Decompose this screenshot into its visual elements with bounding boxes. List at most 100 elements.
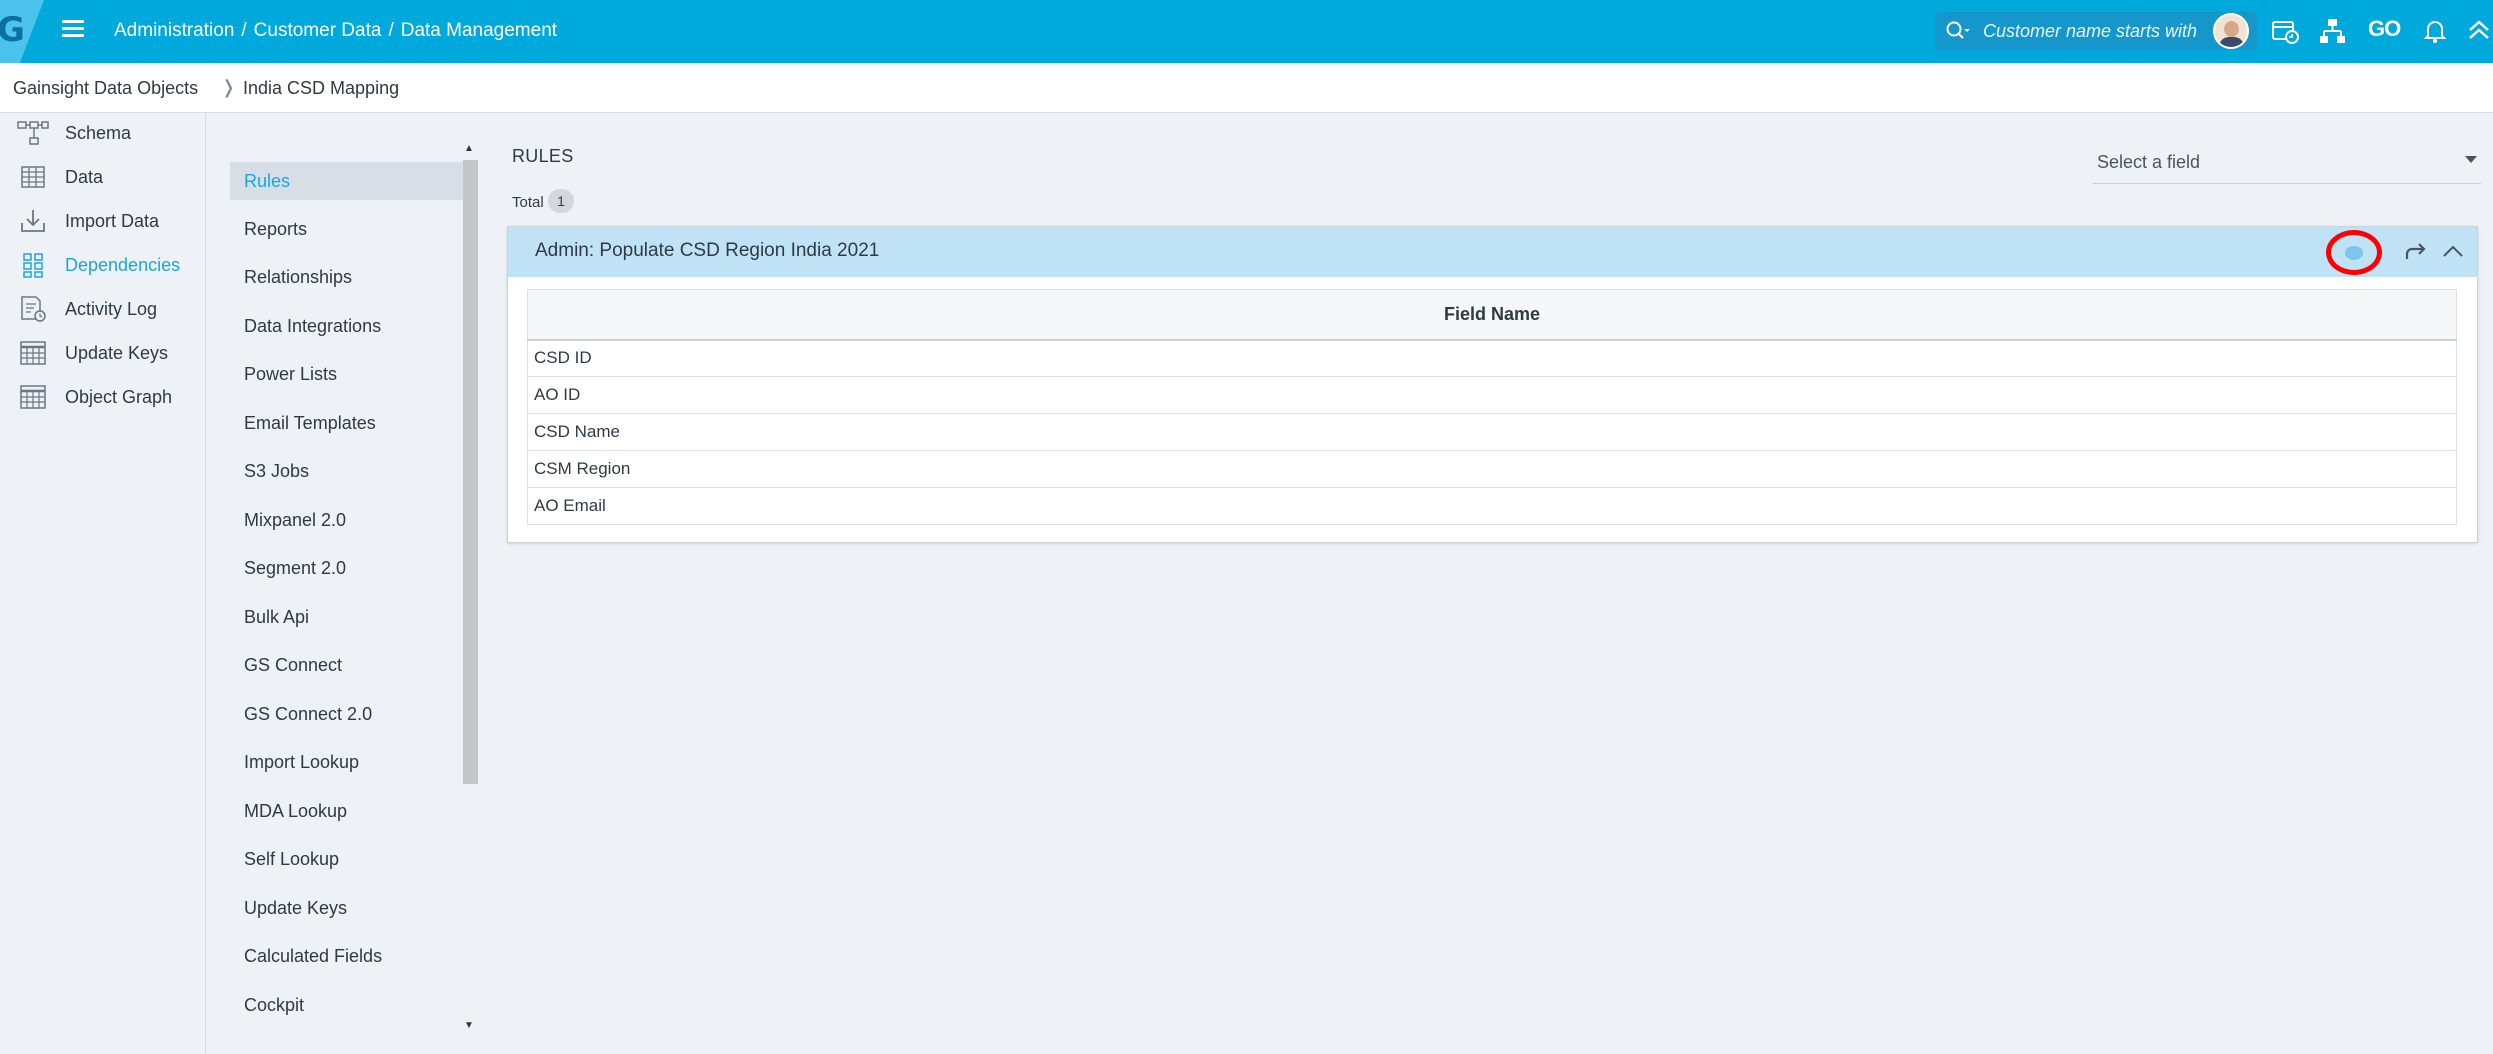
sidebar-item-label: Object Graph — [65, 387, 173, 407]
category-import-lookup[interactable]: Import Lookup — [230, 743, 464, 781]
sidebar-item-update-keys[interactable]: Update Keys — [0, 333, 206, 373]
total-count-badge: 1 — [548, 189, 574, 213]
highlighted-action-button[interactable] — [2326, 230, 2382, 275]
category-label: Relationships — [244, 267, 353, 287]
data-grid-icon — [21, 166, 45, 188]
category-label: Segment 2.0 — [244, 558, 347, 578]
chevron-down-icon — [2465, 156, 2477, 163]
column-header-field-name: Field Name — [527, 289, 2457, 341]
category-rules[interactable]: Rules — [230, 162, 464, 200]
global-search[interactable]: Customer name starts with — [1935, 12, 2257, 50]
category-label: Power Lists — [244, 364, 338, 384]
sidebar-item-label: Schema — [65, 123, 132, 143]
user-avatar[interactable] — [2213, 13, 2249, 49]
category-gs-connect[interactable]: GS Connect — [230, 646, 464, 684]
field-name-cell: CSD ID — [527, 339, 2457, 377]
sidebar-item-label: Update Keys — [65, 343, 169, 363]
field-name-cell: AO Email — [527, 487, 2457, 525]
category-calculated-fields[interactable]: Calculated Fields — [230, 937, 464, 975]
sidebar-item-label: Dependencies — [65, 255, 181, 275]
total-label: Total — [512, 194, 544, 211]
redirect-arrow-icon[interactable] — [2403, 239, 2429, 265]
table-header-row: Field Name — [527, 289, 2457, 341]
category-mixpanel[interactable]: Mixpanel 2.0 — [230, 501, 464, 539]
breadcrumb-separator: / — [388, 20, 394, 41]
category-relationships[interactable]: Relationships — [230, 258, 464, 296]
left-sidebar: Schema Data Import Data Dependencies Act… — [0, 113, 206, 1054]
activity-log-icon — [21, 296, 46, 322]
category-segment[interactable]: Segment 2.0 — [230, 549, 464, 587]
category-label: Cockpit — [244, 995, 305, 1015]
search-icon[interactable] — [1945, 20, 1971, 42]
section-title: RULES — [512, 146, 574, 166]
breadcrumb-data-objects[interactable]: Gainsight Data Objects — [13, 78, 198, 99]
category-label: Rules — [244, 171, 291, 191]
category-label: GS Connect — [244, 655, 343, 675]
scroll-up-arrow-icon[interactable]: ▲ — [464, 143, 474, 154]
object-breadcrumb-bar: Gainsight Data Objects ❭ India CSD Mappi… — [0, 63, 2493, 113]
header-breadcrumb: Administration / Customer Data / Data Manage… — [114, 20, 557, 42]
category-label: Import Lookup — [244, 752, 360, 772]
rule-card-header[interactable]: Admin: Populate CSD Region India 2021 — [508, 227, 2477, 277]
rule-fields-table: Field Name CSD ID AO ID CSD Name CSM Reg… — [527, 289, 2457, 525]
sidebar-item-import-data[interactable]: Import Data — [0, 201, 206, 241]
table-row: CSM Region — [527, 450, 2457, 488]
sidebar-item-schema[interactable]: Schema — [0, 113, 206, 153]
category-data-integrations[interactable]: Data Integrations — [230, 307, 464, 345]
select-field-placeholder: Select a field — [2097, 152, 2201, 172]
sidebar-item-activity-log[interactable]: Activity Log — [0, 289, 206, 329]
hamburger-menu-icon[interactable] — [60, 16, 86, 42]
sidebar-item-label: Data — [65, 167, 104, 187]
category-label: GS Connect 2.0 — [244, 704, 373, 724]
category-label: Mixpanel 2.0 — [244, 510, 347, 530]
gainsight-logo[interactable]: G — [0, 10, 25, 50]
field-name-cell: AO ID — [527, 376, 2457, 414]
hierarchy-icon[interactable] — [2318, 16, 2348, 46]
category-mda-lookup[interactable]: MDA Lookup — [230, 792, 464, 830]
category-scrollbar-thumb[interactable] — [463, 160, 478, 784]
category-email-templates[interactable]: Email Templates — [230, 404, 464, 442]
category-power-lists[interactable]: Power Lists — [230, 355, 464, 393]
breadcrumb-object-name: India CSD Mapping — [243, 78, 400, 98]
table-row: CSD Name — [527, 413, 2457, 451]
dependencies-icon — [23, 253, 43, 278]
breadcrumb-administration[interactable]: Administration — [114, 20, 234, 41]
breadcrumb-separator: / — [241, 20, 247, 41]
category-label: Update Keys — [244, 898, 348, 918]
search-input[interactable]: Customer name starts with — [1983, 21, 2197, 42]
rule-name[interactable]: Admin: Populate CSD Region India 2021 — [535, 240, 879, 262]
category-label: Self Lookup — [244, 849, 340, 869]
sidebar-item-data[interactable]: Data — [0, 157, 206, 197]
chevron-up-icon[interactable] — [2440, 239, 2466, 265]
calendar-mail-icon[interactable] — [2270, 16, 2300, 46]
category-bulk-api[interactable]: Bulk Api — [230, 598, 464, 636]
table-row: AO ID — [527, 376, 2457, 414]
breadcrumb-customer-data[interactable]: Customer Data — [254, 20, 382, 41]
category-s3-jobs[interactable]: S3 Jobs — [230, 452, 464, 490]
category-label: Data Integrations — [244, 316, 382, 336]
go-button[interactable]: GO — [2368, 16, 2401, 42]
dependency-category-list: Rules Reports Relationships Data Integra… — [206, 140, 478, 1040]
collapse-header-icon[interactable] — [2464, 16, 2493, 46]
select-field-dropdown[interactable]: Select a field — [2093, 148, 2481, 184]
category-label: Reports — [244, 219, 308, 239]
category-cockpit[interactable]: Cockpit — [230, 986, 464, 1024]
rule-card: Admin: Populate CSD Region India 2021 Fi… — [507, 226, 2478, 543]
sidebar-item-object-graph[interactable]: Object Graph — [0, 377, 206, 417]
category-update-keys[interactable]: Update Keys — [230, 889, 464, 927]
breadcrumb-data-management: Data Management — [400, 20, 558, 41]
update-keys-icon — [20, 341, 46, 365]
category-reports[interactable]: Reports — [230, 210, 464, 248]
table-row: CSD ID — [527, 339, 2457, 377]
sidebar-item-label: Activity Log — [65, 299, 158, 319]
sidebar-item-dependencies[interactable]: Dependencies — [0, 245, 206, 285]
category-label: S3 Jobs — [244, 461, 310, 481]
category-gs-connect-2[interactable]: GS Connect 2.0 — [230, 695, 464, 733]
schema-icon — [17, 121, 49, 145]
chevron-right-icon: ❭ — [221, 77, 237, 97]
import-icon — [21, 210, 45, 232]
notifications-bell-icon[interactable] — [2420, 16, 2450, 46]
category-label: MDA Lookup — [244, 801, 348, 821]
category-self-lookup[interactable]: Self Lookup — [230, 840, 464, 878]
scroll-down-arrow-icon[interactable]: ▼ — [464, 1020, 474, 1031]
